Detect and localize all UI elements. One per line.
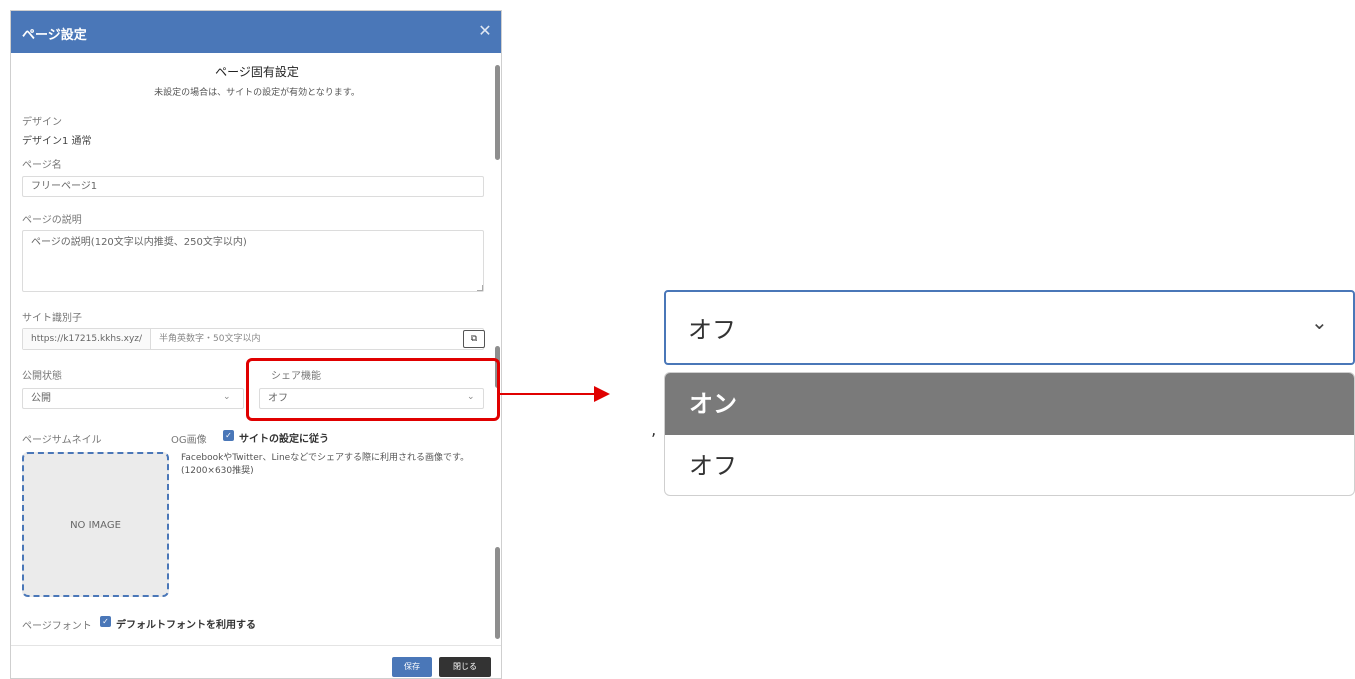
site-identifier-group: https://k17215.kkhs.xyz/ 半角英数字・50文字以内 ⧉ (22, 328, 485, 350)
og-image-checkbox[interactable]: ✓ (223, 430, 234, 441)
resize-handle-icon[interactable] (477, 285, 483, 291)
design-label: デザイン (22, 117, 62, 128)
page-name-label: ページ名 (22, 160, 62, 171)
dropdown-option-off[interactable]: オフ (665, 435, 1354, 495)
dropdown-option-on[interactable]: オン (665, 373, 1354, 435)
zoomed-select-value: オフ (688, 316, 736, 344)
save-button[interactable]: 保存 (392, 657, 432, 677)
page-settings-modal: ページ設定 ✕ ページ固有設定 未設定の場合は、サイトの設定が有効となります。 … (10, 10, 502, 679)
publish-status-label: 公開状態 (22, 371, 62, 382)
callout-arrow (500, 393, 596, 395)
site-url-prefix: https://k17215.kkhs.xyz/ (23, 329, 151, 349)
modal-title: ページ設定 (22, 28, 87, 43)
og-image-checkbox-label[interactable]: サイトの設定に従う (239, 430, 329, 445)
page-thumbnail-label: ページサムネイル (22, 435, 102, 446)
default-font-checkbox[interactable]: ✓ (100, 616, 111, 627)
default-font-checkbox-label[interactable]: デフォルトフォントを利用する (116, 616, 256, 631)
chevron-down-icon: ⌄ (223, 392, 231, 402)
og-image-description: FacebookやTwitter、Lineなどでシェアする際に利用される画像です… (181, 453, 470, 476)
close-icon[interactable]: ✕ (475, 21, 495, 41)
close-button[interactable]: 閉じる (439, 657, 491, 677)
site-identifier-label: サイト識別子 (22, 313, 82, 324)
no-image-text: NO IMAGE (70, 520, 121, 531)
publish-status-select[interactable]: 公開 (22, 388, 244, 409)
page-name-input[interactable]: フリーページ1 (22, 176, 484, 197)
thumbnail-upload-area[interactable]: NO IMAGE (22, 452, 169, 597)
share-function-highlight (246, 358, 500, 421)
section-title: ページ固有設定 (215, 65, 299, 79)
cursor-mark: ‚ (651, 420, 657, 439)
footer-divider (11, 645, 501, 646)
arrow-right-icon (594, 386, 610, 402)
zoomed-share-select[interactable]: オフ ⌄ (664, 290, 1355, 365)
zoomed-dropdown-list: オン オフ (664, 372, 1355, 496)
copy-icon[interactable]: ⧉ (463, 330, 485, 348)
section-subtitle: 未設定の場合は、サイトの設定が有効となります。 (154, 88, 360, 98)
design-value: デザイン1 通常 (22, 136, 92, 147)
site-identifier-input[interactable]: 半角英数字・50文字以内 (151, 329, 441, 349)
scrollbar-thumb[interactable] (495, 547, 500, 639)
modal-header: ページ設定 ✕ (11, 11, 501, 53)
page-font-label: ページフォント (22, 621, 92, 632)
chevron-down-icon: ⌄ (1311, 310, 1328, 334)
og-image-label: OG画像 (171, 435, 207, 446)
page-description-textarea[interactable]: ページの説明(120文字以内推奨、250文字以内) (22, 230, 484, 292)
page-description-label: ページの説明 (22, 215, 82, 226)
